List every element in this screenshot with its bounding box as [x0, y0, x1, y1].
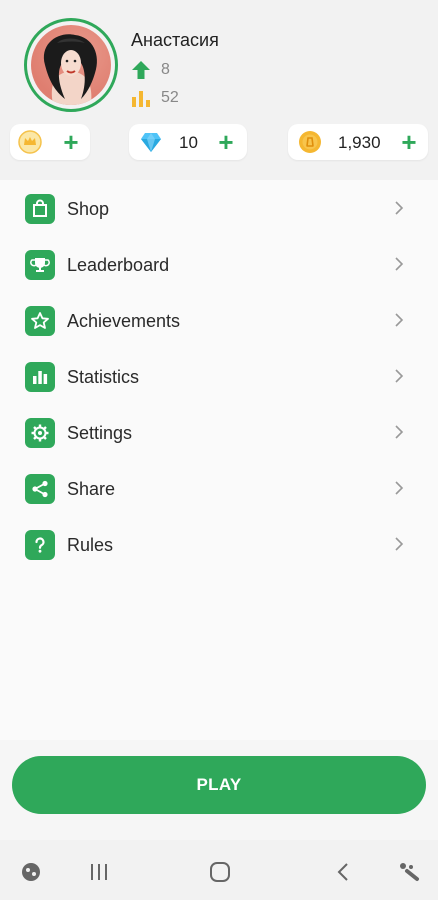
chevron-right-icon [395, 481, 404, 495]
menu-label: Settings [67, 423, 133, 443]
arrow-up-icon [132, 61, 150, 79]
gems-balance: 10 + [129, 124, 247, 160]
menu-item-shop[interactable]: Shop [0, 180, 438, 236]
menu-label: Share [67, 479, 116, 499]
add-coins-button[interactable]: + [394, 127, 424, 157]
menu-item-leaderboard[interactable]: Leaderboard [0, 236, 438, 292]
accessibility-icon[interactable] [396, 859, 422, 885]
profile-header: Анастасия 8 52 + 10 + 1,930 + [0, 0, 438, 180]
add-crown-button[interactable]: + [56, 127, 86, 157]
avatar[interactable] [24, 18, 118, 112]
chevron-right-icon [395, 313, 404, 327]
currency-bar: + 10 + 1,930 + [0, 124, 438, 164]
gear-icon [25, 418, 55, 448]
main-menu: Shop Leaderboard Achievements Statistics… [0, 180, 438, 740]
question-icon [25, 530, 55, 560]
chevron-right-icon [395, 425, 404, 439]
menu-item-statistics[interactable]: Statistics [0, 348, 438, 404]
chevron-right-icon [395, 201, 404, 215]
level-stat: 8 [131, 60, 170, 80]
avatar-portrait-icon [43, 34, 97, 105]
chevron-right-icon [395, 369, 404, 383]
menu-label: Leaderboard [67, 255, 170, 275]
menu-label: Rules [67, 535, 114, 555]
home-icon[interactable] [207, 859, 233, 885]
menu-item-settings[interactable]: Settings [0, 404, 438, 460]
menu-label: Shop [67, 199, 110, 219]
diamond-icon [141, 133, 161, 152]
back-icon[interactable] [330, 859, 356, 885]
games-stat: 52 [131, 89, 179, 107]
chevron-right-icon [395, 537, 404, 551]
level-value: 8 [161, 61, 170, 78]
gems-value: 10 [179, 133, 198, 152]
coins-balance: 1,930 + [288, 124, 428, 160]
menu-item-rules[interactable]: Rules [0, 516, 438, 572]
games-value: 52 [161, 89, 179, 106]
crown-balance: + [10, 124, 90, 160]
share-icon [25, 474, 55, 504]
menu-label: Achievements [67, 311, 181, 331]
menu-item-share[interactable]: Share [0, 460, 438, 516]
star-icon [25, 306, 55, 336]
coin-icon [299, 131, 321, 153]
bar-chart-icon [25, 362, 55, 392]
play-area: PLAY [0, 740, 438, 840]
system-nav-bar [0, 842, 438, 900]
user-name: Анастасия [131, 30, 219, 50]
crown-icon [18, 130, 42, 154]
menu-item-achievements[interactable]: Achievements [0, 292, 438, 348]
coins-value: 1,930 [338, 133, 381, 152]
trophy-icon [25, 250, 55, 280]
add-gems-button[interactable]: + [211, 127, 241, 157]
bar-chart-icon [132, 91, 150, 107]
shopping-bag-icon [25, 194, 55, 224]
play-button[interactable]: PLAY [12, 756, 426, 814]
game-controller-icon[interactable] [18, 859, 44, 885]
chevron-right-icon [395, 257, 404, 271]
recent-apps-icon[interactable] [86, 859, 112, 885]
menu-label: Statistics [67, 367, 140, 387]
